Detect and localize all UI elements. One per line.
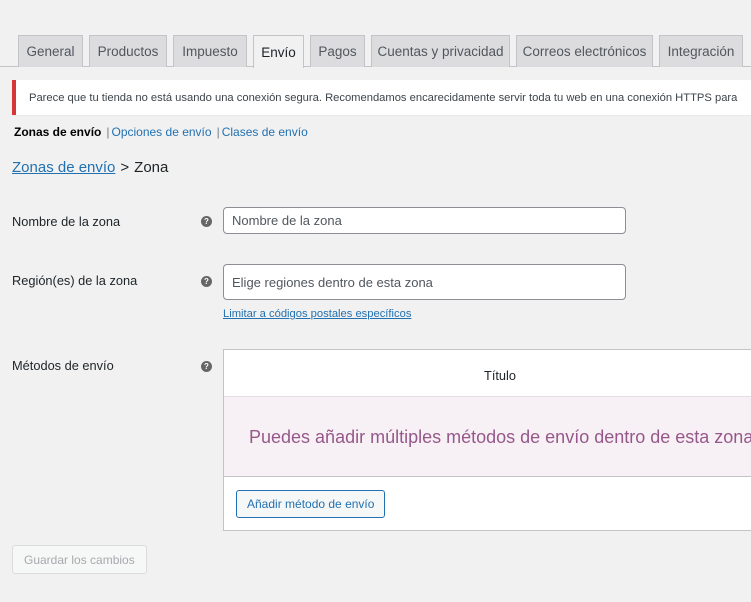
save-changes-button[interactable]: Guardar los cambios — [12, 545, 147, 574]
subnav-opciones-link[interactable]: Opciones de envío — [111, 125, 211, 139]
shipping-methods-table: Título Puedes añadir múltiples métodos d… — [223, 349, 751, 531]
breadcrumb: Zonas de envío > Zona — [12, 159, 168, 176]
breadcrumb-separator: > — [120, 159, 130, 176]
zone-name-label: Nombre de la zona — [12, 214, 121, 229]
tab-envio[interactable]: Envío — [253, 35, 304, 68]
breadcrumb-zonas-link[interactable]: Zonas de envío — [12, 159, 115, 176]
tab-correos-electronicos[interactable]: Correos electrónicos — [516, 35, 653, 67]
limit-postcodes-link[interactable]: Limitar a códigos postales específicos — [223, 308, 411, 320]
add-shipping-method-button[interactable]: Añadir método de envío — [236, 490, 386, 518]
help-icon[interactable]: ? — [201, 276, 212, 287]
help-icon[interactable]: ? — [201, 216, 212, 227]
settings-tabs: General Productos Impuesto Envío Pagos C… — [0, 0, 751, 68]
subnav-separator: | — [106, 125, 110, 139]
zone-name-input[interactable] — [223, 207, 626, 234]
subnav-zonas-current: Zonas de envío — [14, 125, 102, 139]
empty-methods-row: Puedes añadir múltiples métodos de envío… — [224, 397, 751, 477]
shipping-subnav: Zonas de envío | Opciones de envío | Cla… — [14, 125, 308, 139]
tab-integracion[interactable]: Integración — [659, 35, 743, 67]
https-warning-notice: Parece que tu tienda no está usando una … — [12, 80, 751, 115]
tab-impuesto[interactable]: Impuesto — [173, 35, 247, 67]
shipping-methods-label: Métodos de envío — [12, 358, 114, 373]
breadcrumb-current: Zona — [134, 159, 169, 176]
zone-regions-label: Región(es) de la zona — [12, 273, 138, 288]
help-icon[interactable]: ? — [201, 361, 212, 372]
table-header: Título — [224, 350, 751, 397]
tab-cuentas-privacidad[interactable]: Cuentas y privacidad — [371, 35, 510, 67]
tab-productos[interactable]: Productos — [89, 35, 167, 67]
notice-text: Parece que tu tienda no está usando una … — [29, 91, 738, 104]
empty-methods-message: Puedes añadir múltiples métodos de envío… — [249, 427, 751, 447]
zone-regions-input[interactable] — [223, 264, 626, 300]
column-title-header: Título — [484, 368, 517, 383]
subnav-separator: | — [216, 125, 220, 139]
tab-pagos[interactable]: Pagos — [310, 35, 365, 67]
tab-general[interactable]: General — [18, 35, 83, 67]
subnav-clases-link[interactable]: Clases de envío — [222, 125, 308, 139]
